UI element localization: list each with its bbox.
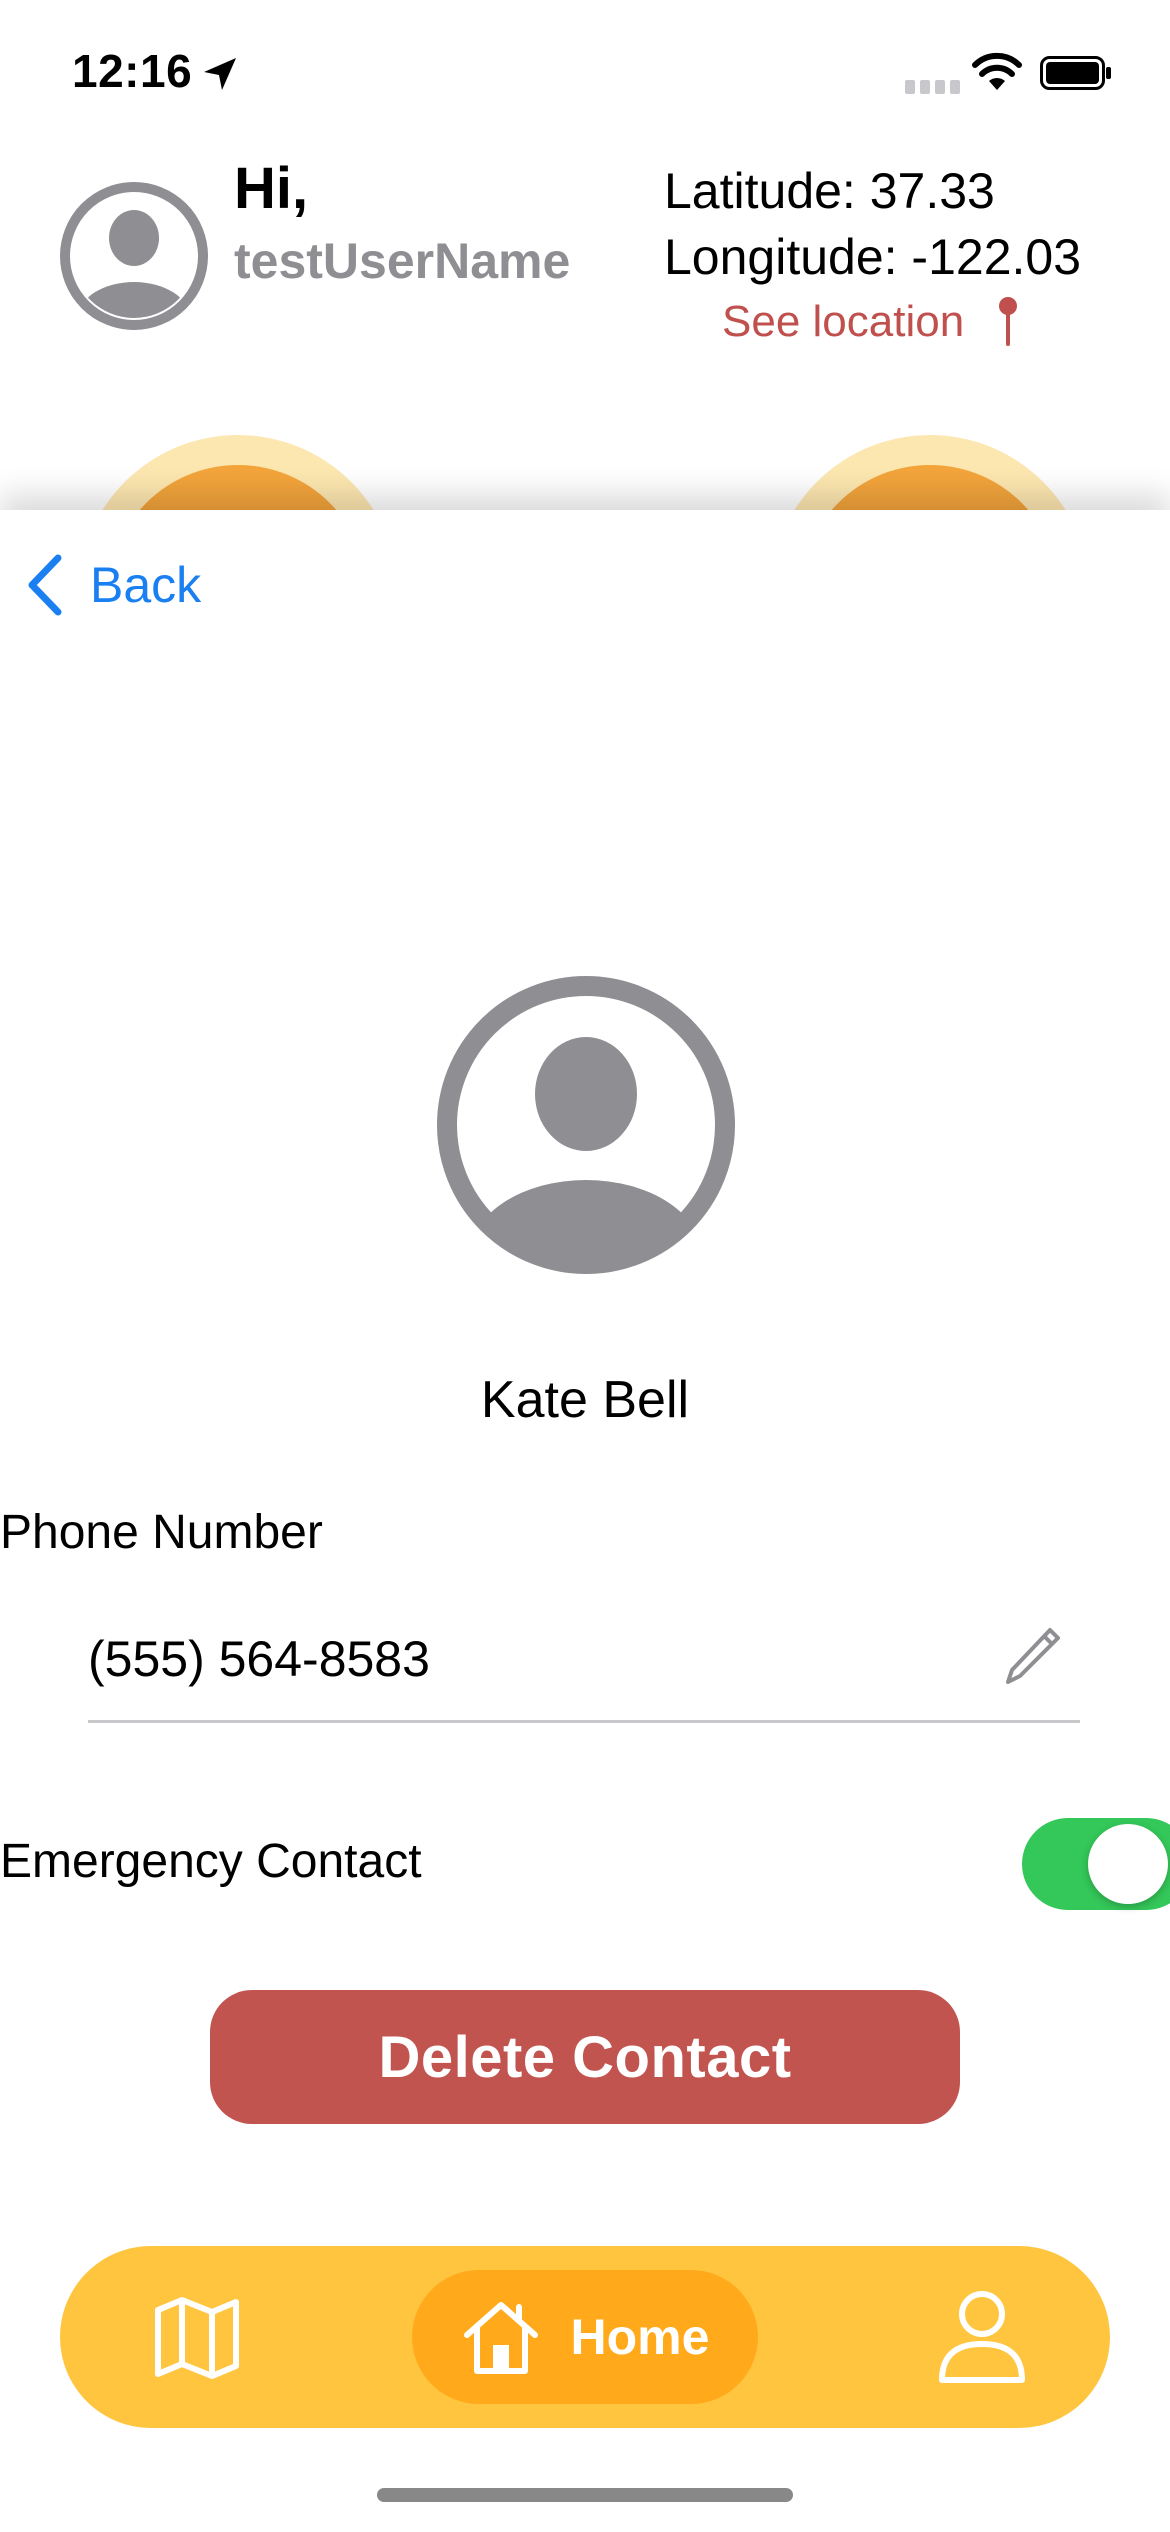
home-icon (463, 2302, 538, 2374)
tab-home[interactable]: Home (412, 2270, 758, 2404)
screen: 12:16 Hi, testUserName Latitude: 37.33 L… (0, 0, 1170, 2532)
status-bar: 12:16 (0, 0, 1170, 150)
greeting-text: Hi, (234, 156, 309, 221)
latitude-text: Latitude: 37.33 (664, 163, 995, 219)
toggle-knob (1088, 1824, 1168, 1904)
chevron-left-icon (28, 554, 62, 616)
signal-icon (905, 80, 960, 94)
back-label: Back (90, 557, 202, 613)
home-indicator (377, 2488, 793, 2502)
contact-detail-sheet: Back Kate Bell Phone Number Emergency Co… (0, 510, 1170, 2532)
person-icon[interactable] (936, 2286, 1028, 2386)
wifi-icon (972, 52, 1022, 90)
home-header: Hi, testUserName Latitude: 37.33 Longitu… (0, 150, 1170, 755)
phone-number-label: Phone Number (0, 1506, 323, 1559)
tab-home-label: Home (570, 2309, 710, 2365)
tab-bar: Home (60, 2246, 1110, 2428)
pencil-icon[interactable] (1000, 1624, 1064, 1688)
map-icon[interactable] (150, 2290, 244, 2384)
map-pin-icon (999, 297, 1018, 346)
coordinates: Latitude: 37.33 Longitude: -122.03 (664, 158, 1081, 290)
location-arrow-icon (204, 58, 236, 90)
back-button[interactable]: Back (24, 542, 201, 628)
phone-number-field[interactable] (88, 1620, 948, 1698)
user-avatar-icon (60, 182, 208, 330)
emergency-contact-toggle[interactable] (1022, 1818, 1170, 1910)
phone-number-row (88, 1610, 1080, 1723)
see-location-link[interactable]: See location (722, 296, 1022, 348)
delete-contact-button[interactable]: Delete Contact (210, 1990, 960, 2124)
username-text: testUserName (234, 233, 571, 289)
contact-name: Kate Bell (480, 1371, 690, 1429)
emergency-contact-label: Emergency Contact (0, 1835, 422, 1888)
see-location-label: See location (722, 297, 965, 346)
contact-avatar-icon (437, 976, 735, 1274)
longitude-text: Longitude: -122.03 (664, 229, 1082, 285)
battery-icon (1040, 56, 1111, 90)
status-time: 12:16 (72, 45, 193, 97)
